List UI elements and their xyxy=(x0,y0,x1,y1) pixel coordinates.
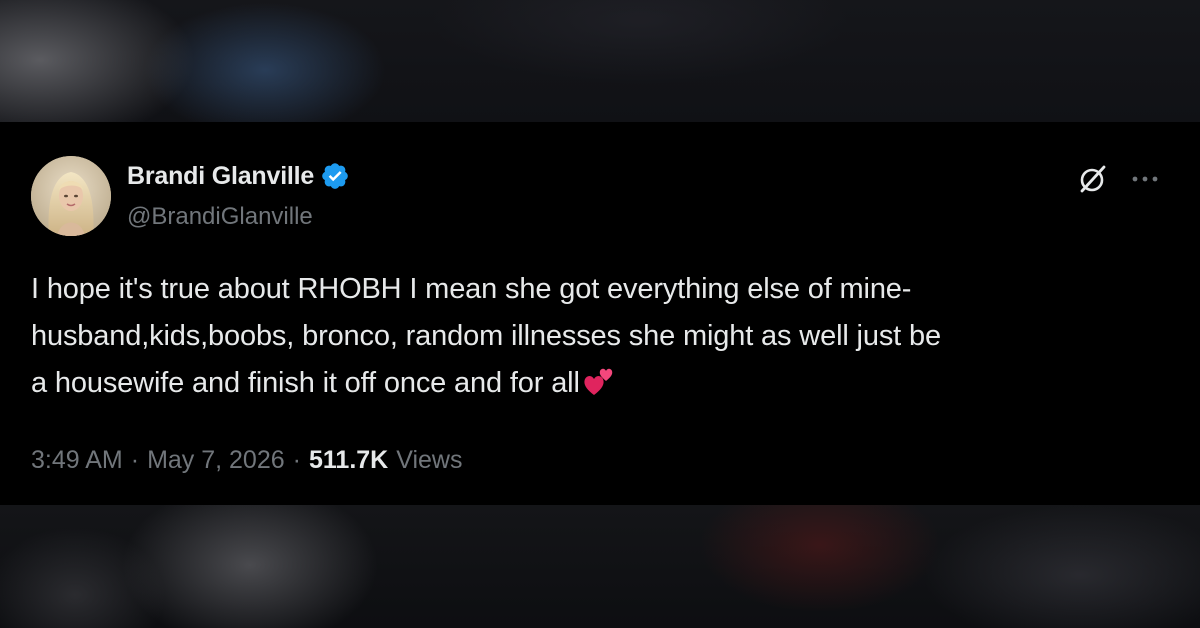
views-count[interactable]: 511.7K xyxy=(309,446,388,475)
tweet-metadata: 3:49 AM · May 7, 2026 · 511.7K Views xyxy=(31,443,462,477)
two-hearts-emoji xyxy=(582,364,616,398)
grok-icon[interactable] xyxy=(1076,162,1110,196)
tweet-text: I hope it's true about RHOBH I mean she … xyxy=(31,266,1171,407)
separator-dot: · xyxy=(292,445,301,474)
avatar[interactable] xyxy=(31,156,111,236)
tweet-text-line-last: a housewife and finish it off once and f… xyxy=(31,360,1171,407)
separator-dot: · xyxy=(130,445,140,474)
more-options-icon[interactable] xyxy=(1128,164,1162,194)
blurred-background-top xyxy=(0,0,1200,122)
author-name-row: Brandi Glanville xyxy=(127,160,350,192)
author-handle[interactable]: @BrandiGlanville xyxy=(127,203,313,231)
tweet-text-line: a housewife and finish it off once and f… xyxy=(31,367,580,399)
avatar-image xyxy=(31,156,111,236)
tweet-date[interactable]: May 7, 2026 xyxy=(147,446,285,475)
tweet-text-line: I hope it's true about RHOBH I mean she … xyxy=(31,273,912,305)
screenshot-canvas: Brandi Glanville @BrandiGlanville I hope… xyxy=(0,0,1200,628)
blurred-background-bottom xyxy=(0,505,1200,628)
verified-badge-icon[interactable] xyxy=(320,161,350,191)
tweet-time[interactable]: 3:49 AM xyxy=(31,446,123,475)
author-display-name[interactable]: Brandi Glanville xyxy=(127,162,314,191)
views-label[interactable]: Views xyxy=(396,446,462,475)
tweet-card: Brandi Glanville @BrandiGlanville I hope… xyxy=(0,122,1200,505)
tweet-text-line: husband,kids,boobs, bronco, random illne… xyxy=(31,320,941,352)
